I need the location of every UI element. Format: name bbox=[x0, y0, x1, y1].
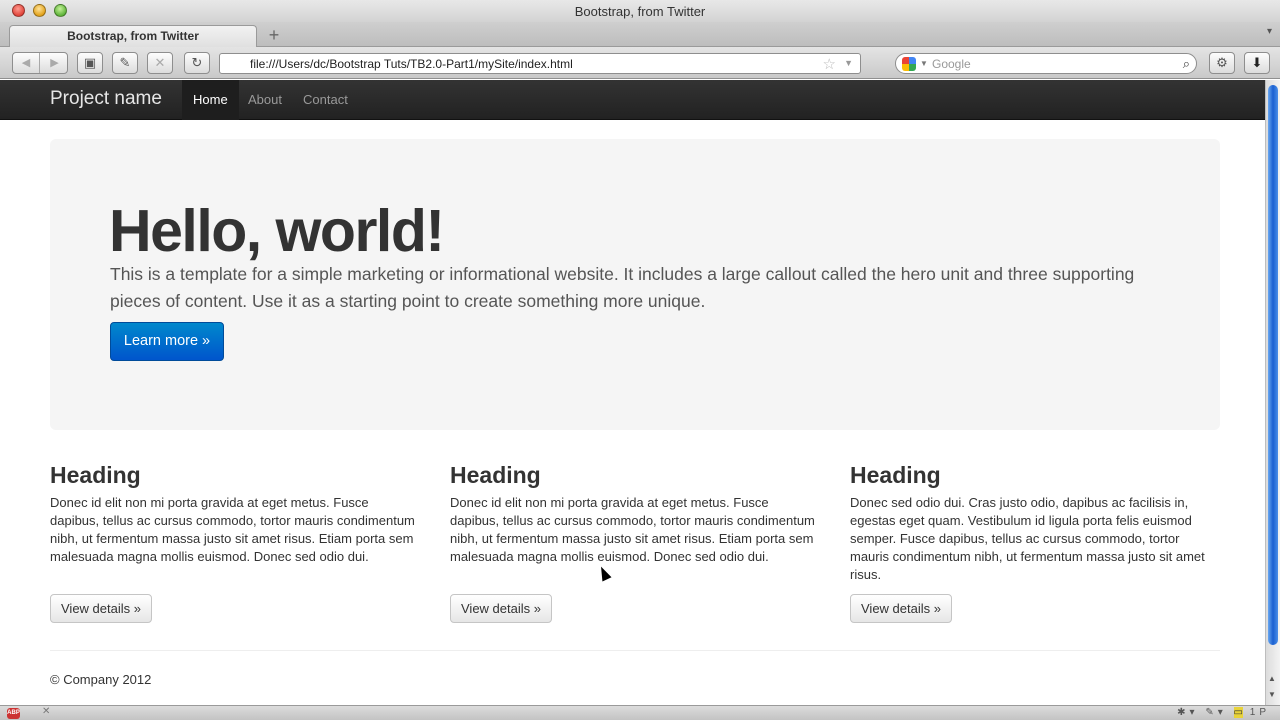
status-bar: ABP ✕ ✱▾ ✎▾ ▭ 1P bbox=[0, 705, 1280, 720]
content-column-1: Heading Donec id elit non mi porta gravi… bbox=[50, 462, 420, 623]
stop-icon[interactable]: ✕ bbox=[147, 52, 173, 74]
search-icon[interactable]: ⌕ bbox=[1183, 56, 1190, 72]
site-navbar: Project name Home About Contact bbox=[0, 80, 1265, 120]
engine-dropdown-icon[interactable]: ▼ bbox=[920, 59, 928, 68]
hero-unit: Hello, world! This is a template for a s… bbox=[50, 139, 1220, 430]
search-input[interactable]: Google bbox=[932, 57, 971, 71]
adblock-icon[interactable]: ABP bbox=[7, 708, 20, 719]
forward-arrow-icon[interactable]: ▶ bbox=[41, 53, 68, 73]
new-tab-button[interactable]: + bbox=[261, 26, 287, 46]
scroll-up-icon[interactable]: ▲ bbox=[1268, 674, 1276, 683]
download-icon[interactable]: ⬇ bbox=[1244, 52, 1270, 74]
content-column-2: Heading Donec id elit non mi porta gravi… bbox=[450, 462, 820, 623]
history-dropdown-icon[interactable]: ▼ bbox=[844, 58, 853, 68]
column-heading: Heading bbox=[50, 462, 141, 488]
nav-link-contact[interactable]: Contact bbox=[292, 80, 359, 120]
pen-icon[interactable]: ✎▾ bbox=[1205, 707, 1226, 718]
hero-heading: Hello, world! bbox=[109, 198, 445, 264]
learn-more-button[interactable]: Learn more » bbox=[110, 322, 224, 361]
gear-icon[interactable]: ⚙ bbox=[1209, 52, 1235, 74]
footer-text: © Company 2012 bbox=[50, 672, 152, 687]
nav-link-about[interactable]: About bbox=[237, 80, 293, 120]
back-arrow-icon[interactable]: ◀ bbox=[13, 53, 40, 73]
view-details-button[interactable]: View details » bbox=[50, 594, 152, 623]
bookmark-tool-icon[interactable]: ▣ bbox=[77, 52, 103, 74]
browser-toolbar: ◀ ▶ ▣ ✎ ✕ ↻ file:///Users/dc/Bootstrap T… bbox=[0, 47, 1280, 79]
column-text: Donec sed odio dui. Cras justo odio, dap… bbox=[850, 495, 1205, 582]
content-column-3: Heading Donec sed odio dui. Cras justo o… bbox=[850, 462, 1220, 623]
column-text: Donec id elit non mi porta gravida at eg… bbox=[450, 495, 815, 564]
search-box[interactable]: ▼ Google ⌕ bbox=[895, 53, 1197, 74]
addon-icon[interactable]: ✱▾ bbox=[1177, 707, 1198, 718]
column-heading: Heading bbox=[850, 462, 941, 488]
google-engine-icon[interactable] bbox=[902, 57, 916, 71]
hero-text: This is a template for a simple marketin… bbox=[110, 264, 1135, 311]
bookmark-star-icon[interactable]: ☆ bbox=[823, 55, 836, 73]
scroll-down-icon[interactable]: ▼ bbox=[1268, 690, 1276, 699]
scrollbar-thumb[interactable] bbox=[1268, 85, 1278, 645]
column-heading: Heading bbox=[450, 462, 541, 488]
window-titlebar: Bootstrap, from Twitter bbox=[0, 0, 1280, 22]
tab-strip: Bootstrap, from Twitter + ▾ bbox=[0, 22, 1280, 47]
brand-link[interactable]: Project name bbox=[50, 88, 162, 110]
address-bar[interactable]: file:///Users/dc/Bootstrap Tuts/TB2.0-Pa… bbox=[219, 53, 861, 74]
page-viewport: Project name Home About Contact Hello, w… bbox=[0, 80, 1265, 705]
close-icon[interactable]: ✕ bbox=[42, 706, 50, 717]
nav-link-home[interactable]: Home bbox=[182, 80, 239, 120]
edit-tool-icon[interactable]: ✎ bbox=[112, 52, 138, 74]
tab-bootstrap[interactable]: Bootstrap, from Twitter bbox=[9, 25, 257, 47]
reload-icon[interactable]: ↻ bbox=[184, 52, 210, 74]
url-text[interactable]: file:///Users/dc/Bootstrap Tuts/TB2.0-Pa… bbox=[250, 57, 573, 71]
window-title: Bootstrap, from Twitter bbox=[574, 4, 706, 19]
view-details-button[interactable]: View details » bbox=[850, 594, 952, 623]
password-manager-icon[interactable]: 1P bbox=[1250, 707, 1270, 718]
view-details-button[interactable]: View details » bbox=[450, 594, 552, 623]
note-icon[interactable]: ▭ bbox=[1233, 707, 1243, 718]
back-forward-group: ◀ ▶ bbox=[12, 52, 68, 74]
vertical-scrollbar[interactable]: ▲ ▼ bbox=[1265, 80, 1280, 705]
tab-list-icon[interactable]: ▾ bbox=[1267, 26, 1272, 37]
footer-divider bbox=[50, 650, 1220, 651]
column-text: Donec id elit non mi porta gravida at eg… bbox=[50, 495, 415, 564]
status-icons: ✱▾ ✎▾ ▭ 1P bbox=[1177, 707, 1270, 718]
